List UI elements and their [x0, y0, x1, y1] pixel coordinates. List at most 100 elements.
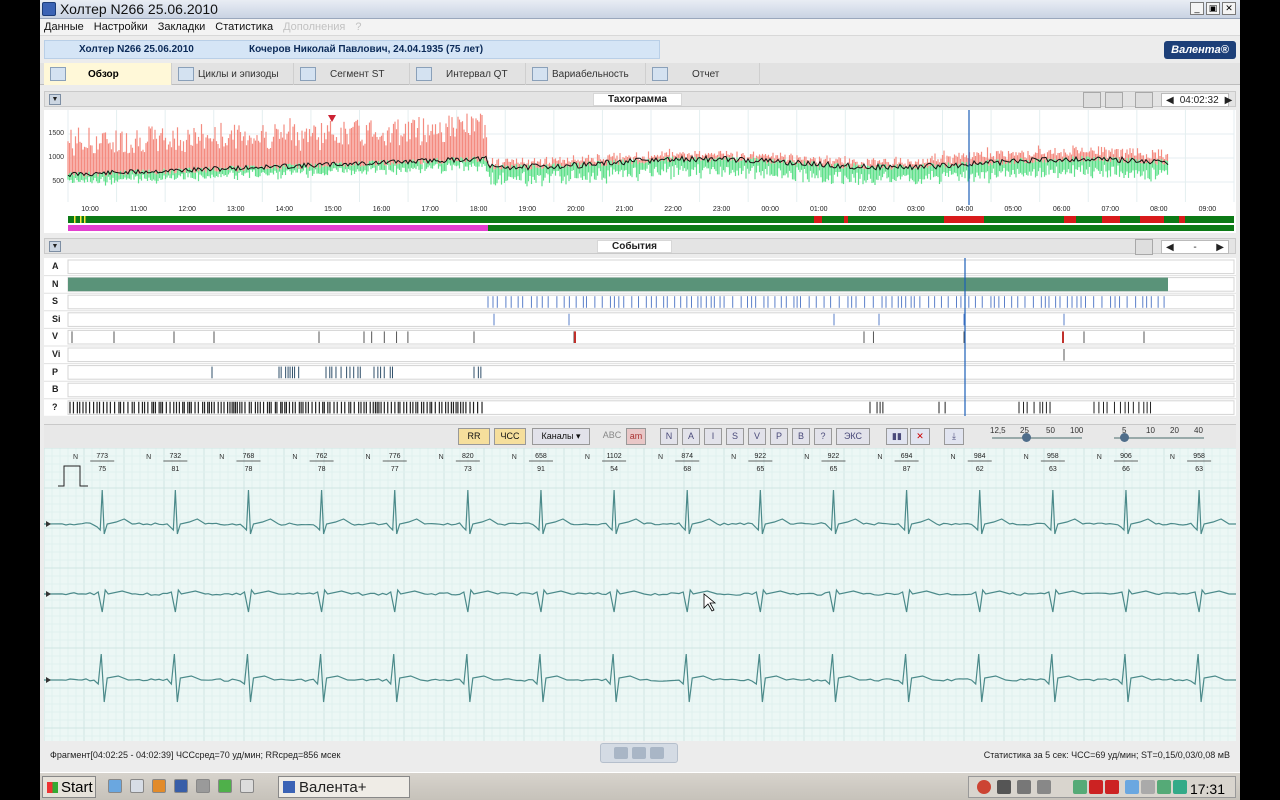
channels-dropdown[interactable]: Каналы ▾ — [532, 428, 590, 445]
tab-qt-interval[interactable]: Интервал QT — [410, 63, 526, 85]
prev-time-icon[interactable]: ◀ — [1166, 95, 1174, 106]
beat-type-p-button[interactable]: P — [770, 428, 788, 445]
filter-icon[interactable] — [1135, 239, 1153, 255]
tachogram-chart[interactable]: 1500 1000 500 10:00 11:00 12:00 13:00 14:00 15:0… — [44, 110, 1236, 233]
application-window: Холтер N266 25.06.2010 _ ▣ ✕ Данные Наст… — [40, 0, 1240, 800]
events-panel[interactable]: A N S Si V Vi P B? — [44, 258, 1236, 416]
restore-button[interactable]: ▣ — [1206, 2, 1220, 15]
tacho-marker-icon[interactable] — [328, 115, 336, 122]
tacho-hour-label: 08:00 — [1150, 206, 1168, 213]
menu-statistics[interactable]: Статистика — [215, 21, 273, 33]
tacho-hour-label: 10:00 — [81, 206, 99, 213]
lang-en-icon[interactable] — [1105, 780, 1119, 794]
event-row-track[interactable] — [67, 347, 1235, 363]
start-button[interactable]: Start — [42, 776, 96, 798]
annotate-button[interactable] — [1083, 92, 1101, 108]
tacho-episode-strip-2 — [488, 225, 1234, 231]
beat-type-label: N — [292, 454, 297, 461]
beat-type-label: N — [365, 454, 370, 461]
beat-type-n-button[interactable]: N — [660, 428, 678, 445]
beat-type-label: N — [73, 454, 78, 461]
tacho-hour-label: 02:00 — [859, 206, 877, 213]
beat-type-unknown-button[interactable]: ? — [814, 428, 832, 445]
lang-ru-icon[interactable] — [1089, 780, 1103, 794]
speed-slider[interactable] — [992, 437, 1082, 439]
antivirus-icon[interactable] — [1073, 780, 1087, 794]
minimize-button[interactable]: _ — [1190, 2, 1204, 15]
quicklaunch-firefox-icon[interactable] — [152, 779, 166, 793]
menu-bookmarks[interactable]: Закладки — [158, 21, 206, 33]
beat-type-label: N — [219, 454, 224, 461]
export-button[interactable]: ⤓ — [944, 428, 964, 445]
volume-icon[interactable] — [1141, 780, 1155, 794]
tachogram-collapse-button[interactable]: ▼ — [49, 94, 61, 105]
tacho-alert-segment — [1064, 216, 1076, 223]
zoom-icon[interactable] — [1135, 92, 1153, 108]
beat-type-i-button[interactable]: I — [704, 428, 722, 445]
tab-st-segment[interactable]: Сегмент ST — [294, 63, 410, 85]
mark-button[interactable]: ▮▮ — [886, 428, 908, 445]
rr-toggle[interactable]: RR — [458, 428, 490, 445]
quicklaunch-desktop-icon[interactable] — [130, 779, 144, 793]
event-row-track[interactable] — [67, 382, 1235, 398]
event-row-track[interactable] — [67, 329, 1235, 345]
ecg-strip[interactable]: N 77375N 73281N 76878N 76278N 77677N 82073N 658… — [44, 448, 1236, 741]
play-button[interactable] — [632, 747, 646, 759]
am-button[interactable]: am — [626, 428, 646, 445]
tab-report[interactable]: Отчет — [646, 63, 760, 85]
event-row-track[interactable] — [67, 259, 1235, 275]
event-nav-label: - — [1193, 241, 1197, 253]
beat-type-v-button[interactable]: V — [748, 428, 766, 445]
quicklaunch-save-icon[interactable] — [174, 779, 188, 793]
event-row-track[interactable] — [67, 365, 1235, 380]
beat-rr-label: 776 — [389, 453, 401, 460]
delete-button[interactable]: ✕ — [910, 428, 930, 445]
beat-rr-label: 922 — [828, 453, 840, 460]
beat-type-label: N — [1170, 454, 1175, 461]
quicklaunch-tool-icon[interactable] — [196, 779, 210, 793]
tab-overview[interactable]: Обзор — [44, 63, 172, 85]
tacho-yellow-mark — [80, 216, 82, 223]
quicklaunch-ie-icon[interactable] — [108, 779, 122, 793]
tab-variability[interactable]: Вариабельность — [526, 63, 646, 85]
beat-type-a-button[interactable]: A — [682, 428, 700, 445]
stop-icon[interactable] — [997, 780, 1011, 794]
menu-settings[interactable]: Настройки — [94, 21, 148, 33]
hr-toggle[interactable]: ЧСС — [494, 428, 526, 445]
tab-cycles[interactable]: Циклы и эпизоды — [172, 63, 294, 85]
event-row-track[interactable] — [67, 400, 1235, 415]
rewind-button[interactable] — [614, 747, 628, 759]
forward-button[interactable] — [650, 747, 664, 759]
beat-type-экс-button[interactable]: ЭКС — [836, 428, 870, 445]
title-bar[interactable]: Холтер N266 25.06.2010 _ ▣ ✕ — [40, 0, 1240, 19]
quicklaunch-misc-icon[interactable] — [240, 779, 254, 793]
page-button[interactable] — [1105, 92, 1123, 108]
event-label-P: P — [52, 366, 59, 377]
events-collapse-button[interactable]: ▼ — [49, 241, 61, 252]
statistics-status: Статистика за 5 сек: ЧСС=69 уд/мин; ST=0… — [983, 750, 1230, 760]
time-navigator[interactable]: ◀ 04:02:32 ▶ — [1161, 93, 1232, 107]
next-event-icon[interactable]: ▶ — [1216, 242, 1224, 253]
beat-rr-label: 1102 — [607, 453, 622, 460]
close-button[interactable]: ✕ — [1222, 2, 1236, 15]
window-icon[interactable] — [1017, 780, 1031, 794]
beat-type-b-button[interactable]: B — [792, 428, 810, 445]
network-icon[interactable] — [1125, 780, 1139, 794]
beat-hr-label: 63 — [1049, 466, 1057, 473]
beat-type-label: N — [950, 454, 955, 461]
abc-button[interactable]: ABC — [602, 428, 622, 445]
menu-data[interactable]: Данные — [44, 21, 84, 33]
menu-addons: Дополнения — [283, 21, 346, 33]
event-row-track[interactable] — [67, 312, 1235, 327]
safely-remove-icon[interactable] — [1173, 780, 1187, 794]
events-chart[interactable] — [44, 258, 1236, 416]
shield-icon[interactable] — [1157, 780, 1171, 794]
event-navigator[interactable]: ◀ - ▶ — [1161, 240, 1229, 254]
prev-event-icon[interactable]: ◀ — [1166, 242, 1174, 253]
next-time-icon[interactable]: ▶ — [1225, 95, 1233, 106]
record-icon[interactable] — [977, 780, 991, 794]
arrow-icon[interactable] — [1037, 780, 1051, 794]
taskbar-valenta[interactable]: Валента+ — [278, 776, 410, 798]
beat-type-s-button[interactable]: S — [726, 428, 744, 445]
quicklaunch-chrome-icon[interactable] — [218, 779, 232, 793]
